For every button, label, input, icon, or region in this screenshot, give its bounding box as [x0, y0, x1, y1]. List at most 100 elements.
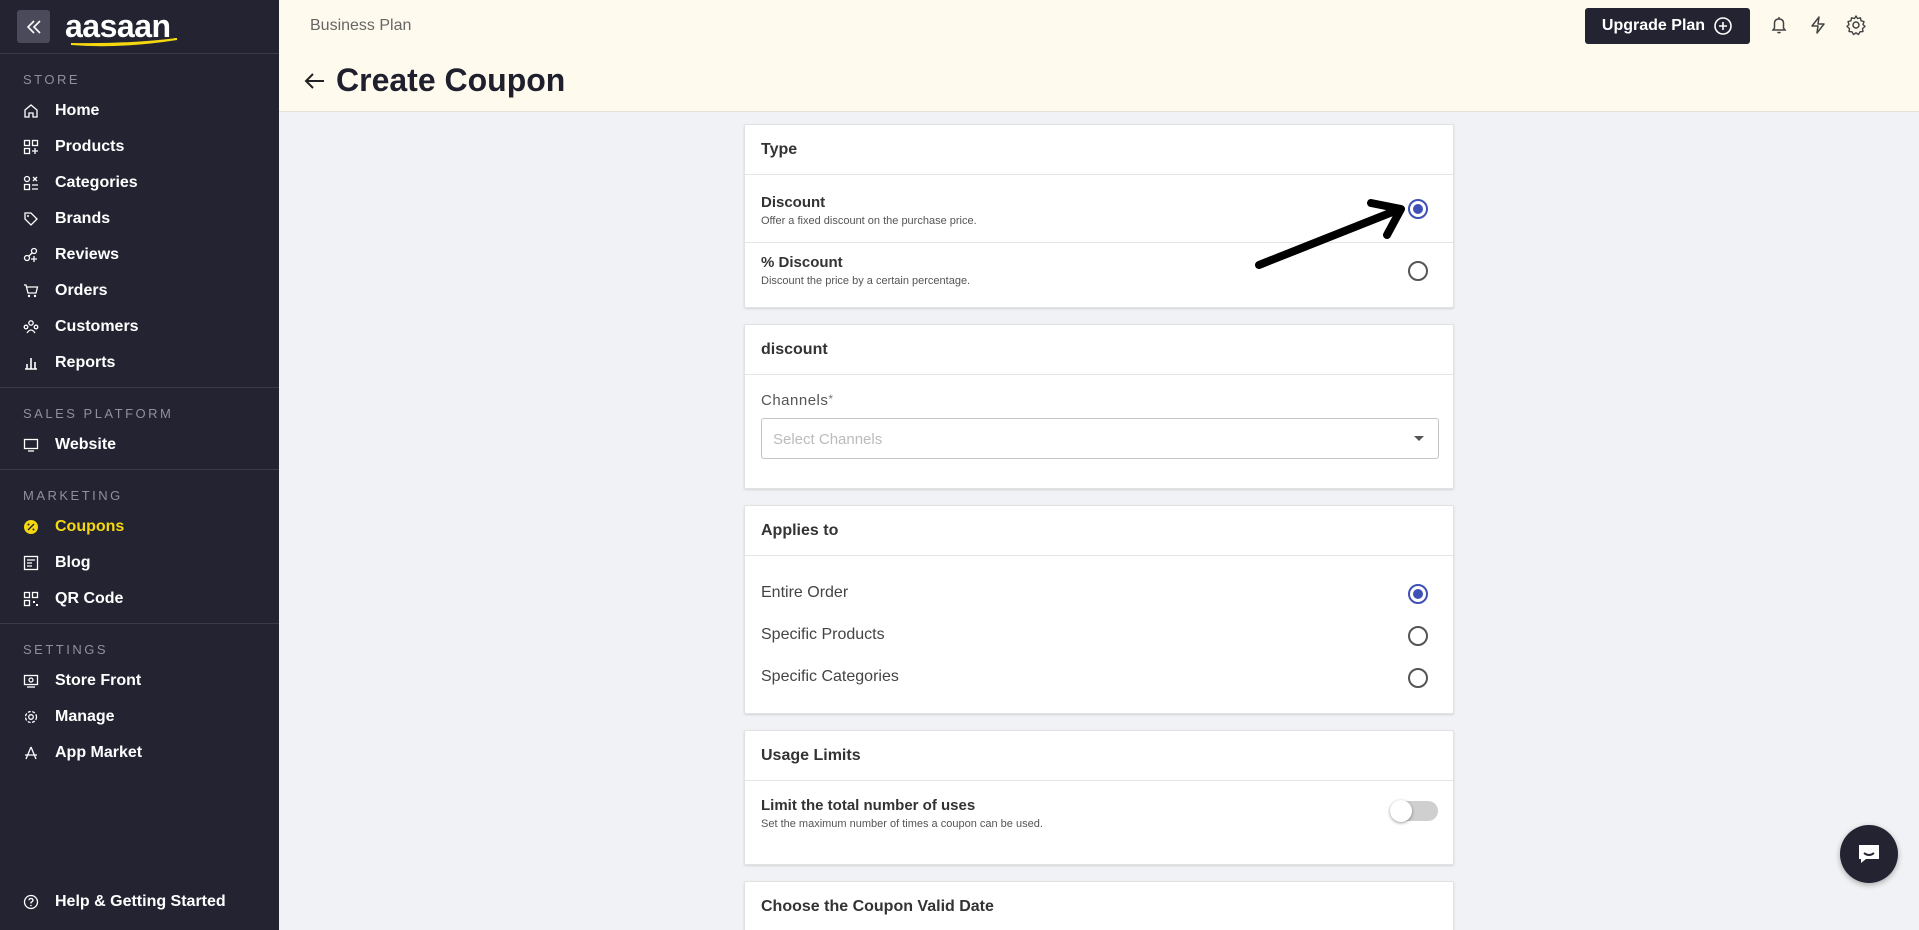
usage-limits-card-title: Usage Limits: [745, 731, 1453, 781]
logo[interactable]: aasaan: [65, 10, 178, 47]
sidebar-item-home[interactable]: Home: [0, 93, 279, 129]
sidebar-item-label: Blog: [55, 554, 91, 571]
sidebar-item-label: Manage: [55, 708, 115, 725]
caret-down-icon: [1414, 436, 1424, 441]
page-heading: Create Coupon: [302, 62, 565, 99]
sidebar-item-label: Website: [55, 436, 117, 453]
plus-circle-icon: [1714, 17, 1732, 35]
home-icon: [22, 102, 40, 120]
double-chevron-left-icon: [26, 19, 41, 34]
sidebar-item-website[interactable]: Website: [0, 427, 279, 463]
option-label: Entire Order: [761, 584, 849, 601]
applies-to-card: Applies to Entire Order Specific Product…: [744, 505, 1454, 714]
notifications-button[interactable]: [1767, 13, 1791, 37]
app-market-icon: [22, 744, 40, 762]
specific-products-radio[interactable]: [1408, 626, 1428, 646]
help-label: Help & Getting Started: [55, 893, 226, 910]
sidebar-item-label: Reviews: [55, 246, 120, 263]
limit-uses-title: Limit the total number of uses: [761, 797, 976, 814]
storefront-icon: [22, 672, 40, 690]
valid-date-card: Choose the Coupon Valid Date: [744, 881, 1454, 930]
categories-icon: [22, 174, 40, 192]
channels-select[interactable]: Select Channels: [761, 418, 1439, 459]
help-getting-started-link[interactable]: Help & Getting Started: [0, 884, 279, 920]
collapse-sidebar-button[interactable]: [17, 10, 50, 43]
logo-swoosh-icon: [70, 38, 178, 47]
qr-code-icon: [22, 590, 40, 608]
bar-chart-icon: [22, 354, 40, 372]
annotation-arrow-icon: [1255, 199, 1405, 269]
sidebar-item-qr-code[interactable]: QR Code: [0, 581, 279, 617]
usage-limits-card: Usage Limits Limit the total number of u…: [744, 730, 1454, 865]
channels-label-text: Channels: [761, 392, 829, 409]
required-mark: *: [828, 392, 834, 406]
limit-uses-row: Limit the total number of uses Set the m…: [745, 781, 1453, 830]
sales-platform-section: SALES PLATFORM Website: [0, 388, 279, 470]
applies-to-card-title: Applies to: [745, 506, 1453, 556]
page-title: Create Coupon: [336, 62, 566, 98]
store-section: STORE Home Products Categories Brands Re…: [0, 54, 279, 388]
sidebar-item-products[interactable]: Products: [0, 129, 279, 165]
valid-date-card-title: Choose the Coupon Valid Date: [761, 898, 994, 915]
sidebar-item-categories[interactable]: Categories: [0, 165, 279, 201]
bell-icon: [1771, 17, 1787, 34]
option-label: Specific Products: [761, 626, 885, 643]
sidebar: aasaan STORE Home Products Categories Br…: [0, 0, 279, 930]
sidebar-item-label: Customers: [55, 318, 139, 335]
settings-section: SETTINGS Store Front Manage App Market: [0, 624, 279, 777]
sidebar-item-store-front[interactable]: Store Front: [0, 663, 279, 699]
products-grid-icon: [22, 138, 40, 156]
plan-label: Business Plan: [310, 17, 412, 34]
help-section: Help & Getting Started: [0, 884, 279, 920]
sidebar-item-customers[interactable]: Customers: [0, 309, 279, 345]
coupon-badge-icon: [22, 518, 40, 536]
section-title-sales-platform: SALES PLATFORM: [23, 406, 174, 421]
gear-icon: [1846, 15, 1866, 36]
chat-support-button[interactable]: [1840, 825, 1898, 883]
sidebar-item-app-market[interactable]: App Market: [0, 735, 279, 771]
help-circle-icon: [22, 893, 40, 911]
sidebar-item-reports[interactable]: Reports: [0, 345, 279, 381]
channels-placeholder: Select Channels: [773, 431, 883, 448]
cart-icon: [22, 282, 40, 300]
tag-icon: [22, 210, 40, 228]
monitor-icon: [22, 436, 40, 454]
limit-uses-description: Set the maximum number of times a coupon…: [761, 818, 1043, 830]
gear-icon: [22, 708, 40, 726]
reviews-icon: [22, 246, 40, 264]
sidebar-item-brands[interactable]: Brands: [0, 201, 279, 237]
sidebar-item-label: QR Code: [55, 590, 124, 607]
settings-button[interactable]: [1844, 13, 1868, 37]
back-arrow-icon[interactable]: [302, 68, 328, 94]
sidebar-item-label: Reports: [55, 354, 116, 371]
sidebar-item-blog[interactable]: Blog: [0, 545, 279, 581]
sidebar-item-manage[interactable]: Manage: [0, 699, 279, 735]
sidebar-item-label: Categories: [55, 174, 138, 191]
blog-icon: [22, 554, 40, 572]
type-card-title: Type: [745, 125, 1453, 175]
entire-order-radio[interactable]: [1408, 584, 1428, 604]
sidebar-item-label: Coupons: [55, 518, 125, 535]
section-title-settings: SETTINGS: [23, 642, 109, 657]
sidebar-item-reviews[interactable]: Reviews: [0, 237, 279, 273]
brand-bar: aasaan: [0, 0, 279, 54]
option-description: Discount the price by a certain percenta…: [761, 275, 971, 287]
marketing-section: MARKETING Coupons Blog QR Code: [0, 470, 279, 624]
option-label: Specific Categories: [761, 668, 899, 685]
sidebar-item-label: Home: [55, 102, 100, 119]
sidebar-item-label: Store Front: [55, 672, 142, 689]
sidebar-item-label: Orders: [55, 282, 108, 299]
sidebar-item-orders[interactable]: Orders: [0, 273, 279, 309]
limit-uses-toggle[interactable]: [1390, 800, 1438, 822]
sidebar-item-coupons[interactable]: Coupons: [0, 509, 279, 545]
upgrade-plan-button[interactable]: Upgrade Plan: [1585, 8, 1750, 44]
lightning-icon: [1811, 16, 1825, 34]
channels-label: Channels*: [761, 392, 833, 410]
discount-card: discount Channels* Select Channels: [744, 324, 1454, 489]
quick-actions-button[interactable]: [1806, 13, 1830, 37]
sidebar-item-label: App Market: [55, 744, 143, 761]
upgrade-plan-label: Upgrade Plan: [1601, 17, 1706, 34]
specific-categories-radio[interactable]: [1408, 668, 1428, 688]
customers-icon: [22, 318, 40, 336]
sidebar-item-label: Brands: [55, 210, 111, 227]
